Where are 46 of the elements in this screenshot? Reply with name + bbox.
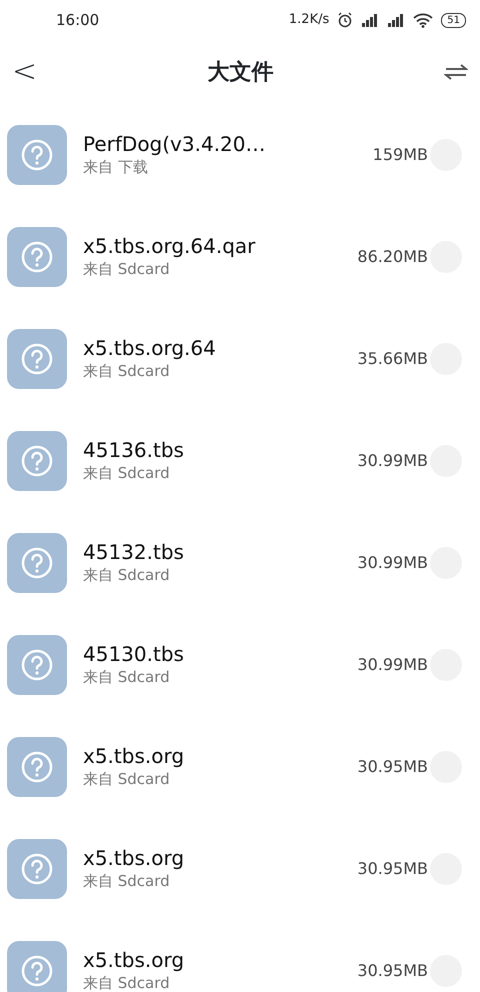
file-icon <box>7 941 67 992</box>
file-size: 30.99MB <box>357 450 428 472</box>
file-size: 30.99MB <box>357 654 428 676</box>
file-source: 来自 Sdcard <box>83 360 171 382</box>
file-name: x5.tbs.org <box>83 846 186 870</box>
wifi-icon <box>413 12 434 28</box>
sort-icon[interactable] <box>444 63 468 81</box>
file-size: 159MB <box>372 144 428 166</box>
network-speed: 1.2K/s <box>288 11 330 30</box>
file-name: x5.tbs.org.64 <box>83 336 217 360</box>
file-icon <box>7 125 67 185</box>
file-size: 35.66MB <box>357 348 428 370</box>
file-size: 30.95MB <box>357 858 428 880</box>
file-size: 86.20MB <box>357 246 428 268</box>
file-size: 30.95MB <box>357 756 428 778</box>
file-name: 45132.tbs <box>83 540 185 564</box>
file-icon <box>7 839 67 899</box>
file-size: 30.99MB <box>357 552 428 574</box>
file-name: x5.tbs.org.64.qar <box>83 234 256 258</box>
back-button[interactable]: < <box>12 57 38 87</box>
file-icon <box>7 329 67 389</box>
file-icon <box>7 533 67 593</box>
file-icon <box>7 431 67 491</box>
file-name: x5.tbs.org <box>83 948 186 972</box>
file-source: 来自 Sdcard <box>83 666 171 688</box>
file-name: x5.tbs.org <box>83 744 186 768</box>
status-time: 16:00 <box>56 10 100 31</box>
file-icon <box>7 227 67 287</box>
file-source: 来自 Sdcard <box>83 768 171 790</box>
file-source: 来自 下载 <box>83 156 149 178</box>
file-icon <box>7 635 67 695</box>
file-name: PerfDog(v3.4.20… <box>83 132 266 156</box>
file-name: 45130.tbs <box>83 642 185 666</box>
file-source: 来自 Sdcard <box>83 870 171 892</box>
signal-icon <box>361 13 380 27</box>
alarm-icon <box>337 12 354 28</box>
file-icon <box>7 737 67 797</box>
file-source: 来自 Sdcard <box>83 462 171 484</box>
file-size: 30.95MB <box>357 960 428 982</box>
page-title: 大文件 <box>208 58 274 86</box>
file-source: 来自 Sdcard <box>83 564 171 586</box>
battery-level: 51 <box>441 12 466 28</box>
file-source: 来自 Sdcard <box>83 972 171 992</box>
signal-icon <box>387 13 406 27</box>
file-name: 45136.tbs <box>83 438 185 462</box>
file-source: 来自 Sdcard <box>83 258 171 280</box>
